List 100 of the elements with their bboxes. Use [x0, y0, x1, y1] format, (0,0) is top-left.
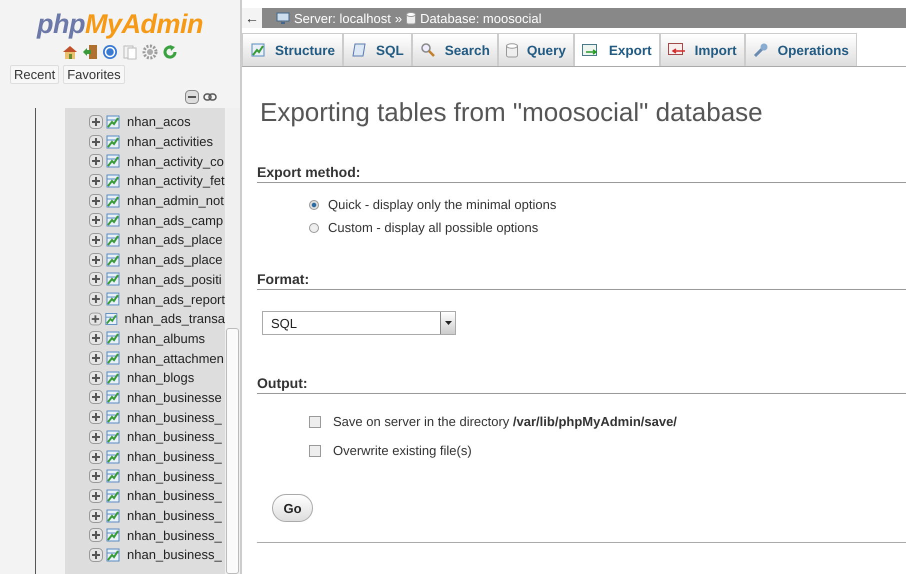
table-name[interactable]: nhan_business_ — [127, 508, 222, 524]
tab[interactable]: Query — [498, 33, 574, 66]
server-icon — [276, 11, 290, 25]
expand-icon[interactable] — [89, 312, 102, 326]
expand-icon[interactable] — [89, 252, 103, 267]
table-name[interactable]: nhan_attachmen — [127, 350, 224, 366]
radio-button[interactable] — [309, 200, 319, 210]
search-icon — [420, 42, 436, 58]
collapse-icon[interactable] — [185, 90, 199, 104]
exit-icon[interactable] — [82, 44, 98, 60]
checkbox[interactable] — [309, 444, 321, 456]
table-name[interactable]: nhan_ads_positi — [127, 272, 222, 287]
table-icon — [105, 172, 121, 189]
expand-icon[interactable] — [89, 488, 103, 503]
table-name[interactable]: nhan_ads_place — [127, 232, 222, 248]
table-icon — [105, 468, 121, 484]
table-name[interactable]: nhan_albums — [127, 330, 206, 346]
expand-icon[interactable] — [89, 272, 103, 286]
table-name[interactable]: nhan_business_ — [127, 528, 222, 543]
tab[interactable]: SQL — [343, 33, 412, 66]
expand-icon[interactable] — [89, 174, 103, 188]
nav-tab[interactable]: Recent — [10, 65, 60, 84]
table-icon — [105, 114, 121, 130]
table-name[interactable]: nhan_business_ — [127, 410, 222, 425]
table-icon — [105, 428, 121, 445]
wrench-icon — [752, 42, 769, 58]
table-icon — [105, 527, 121, 544]
table-icon — [105, 546, 121, 563]
expand-icon[interactable] — [89, 134, 103, 149]
table-name[interactable]: nhan_acos — [127, 114, 191, 130]
table-name[interactable]: nhan_activity_co — [127, 154, 224, 169]
expand-icon[interactable] — [89, 390, 103, 404]
option-label: Save on server in the directory /var/lib/phpMyAdmin/save/ — [333, 414, 677, 429]
expand-icon[interactable] — [89, 331, 103, 346]
tab[interactable]: Import — [660, 33, 745, 66]
tab[interactable]: Operations — [744, 33, 857, 66]
reload-icon[interactable] — [162, 44, 178, 60]
table-name[interactable]: nhan_business_ — [127, 429, 222, 444]
expand-icon[interactable] — [89, 450, 103, 464]
format-dropdown[interactable]: SQL — [262, 311, 456, 335]
settings-icon[interactable] — [142, 44, 158, 60]
expand-icon[interactable] — [89, 154, 103, 168]
breadcrumb-link[interactable]: Database: moosocial — [420, 10, 542, 26]
table-icon — [105, 212, 121, 228]
expand-icon[interactable] — [89, 292, 103, 306]
home-icon[interactable] — [62, 44, 78, 60]
help-icon[interactable] — [102, 44, 118, 60]
breadcrumb-link[interactable]: Server: localhost — [294, 10, 391, 26]
tab[interactable]: Structure — [242, 33, 344, 66]
table-name[interactable]: nhan_blogs — [127, 370, 194, 386]
database-icon — [406, 12, 416, 24]
expand-icon[interactable] — [89, 232, 103, 247]
table-name[interactable]: nhan_business_ — [127, 488, 222, 504]
table-name[interactable]: nhan_admin_not — [127, 193, 224, 208]
expand-icon[interactable] — [89, 370, 103, 385]
import-icon — [668, 43, 686, 57]
table-icon — [105, 448, 121, 465]
expand-icon[interactable] — [89, 213, 103, 228]
table-icon — [105, 409, 121, 426]
tab[interactable]: Export — [574, 33, 660, 66]
table-icon — [105, 370, 121, 386]
expand-icon[interactable] — [89, 548, 103, 562]
table-icon — [105, 389, 121, 406]
logo: phpMyAdmin — [36, 8, 204, 40]
expand-icon[interactable] — [89, 351, 103, 366]
table-icon — [105, 508, 121, 524]
table-name[interactable]: nhan_business_ — [127, 547, 222, 562]
link-icon[interactable] — [203, 93, 217, 101]
checkbox[interactable] — [309, 416, 321, 428]
radio-button[interactable] — [309, 222, 319, 232]
expand-icon[interactable] — [89, 430, 103, 444]
section-heading: Output: — [257, 375, 906, 394]
expand-icon[interactable] — [89, 528, 103, 542]
option-label: Quick - display only the minimal options — [328, 197, 556, 212]
go-button[interactable]: Go — [272, 494, 313, 522]
table-icon — [250, 42, 266, 58]
back-button[interactable]: ← — [242, 8, 262, 28]
expand-icon[interactable] — [89, 194, 103, 208]
table-name[interactable]: nhan_activities — [127, 134, 213, 150]
section-heading: Export method: — [257, 164, 906, 183]
expand-icon[interactable] — [89, 410, 103, 424]
table-icon — [105, 350, 121, 366]
table-icon — [105, 134, 121, 150]
section-heading: Format: — [257, 271, 906, 290]
table-name[interactable]: nhan_activity_fet — [127, 173, 225, 188]
expand-icon[interactable] — [89, 114, 103, 129]
nav-tab[interactable]: Favorites — [63, 65, 125, 84]
table-icon — [105, 192, 121, 209]
tab[interactable]: Search — [412, 33, 498, 66]
table-name[interactable]: nhan_ads_camp — [127, 212, 224, 228]
expand-icon[interactable] — [89, 508, 103, 523]
expand-icon[interactable] — [89, 469, 103, 484]
table-name[interactable]: nhan_ads_place — [127, 252, 222, 268]
table-icon — [104, 310, 119, 327]
table-name[interactable]: nhan_ads_transa — [124, 311, 225, 326]
table-name[interactable]: nhan_ads_report — [126, 292, 225, 307]
table-name[interactable]: nhan_businesse — [127, 390, 222, 405]
table-name[interactable]: nhan_business_ — [127, 468, 222, 484]
table-name[interactable]: nhan_business_ — [127, 449, 222, 464]
table-icon — [105, 232, 121, 248]
